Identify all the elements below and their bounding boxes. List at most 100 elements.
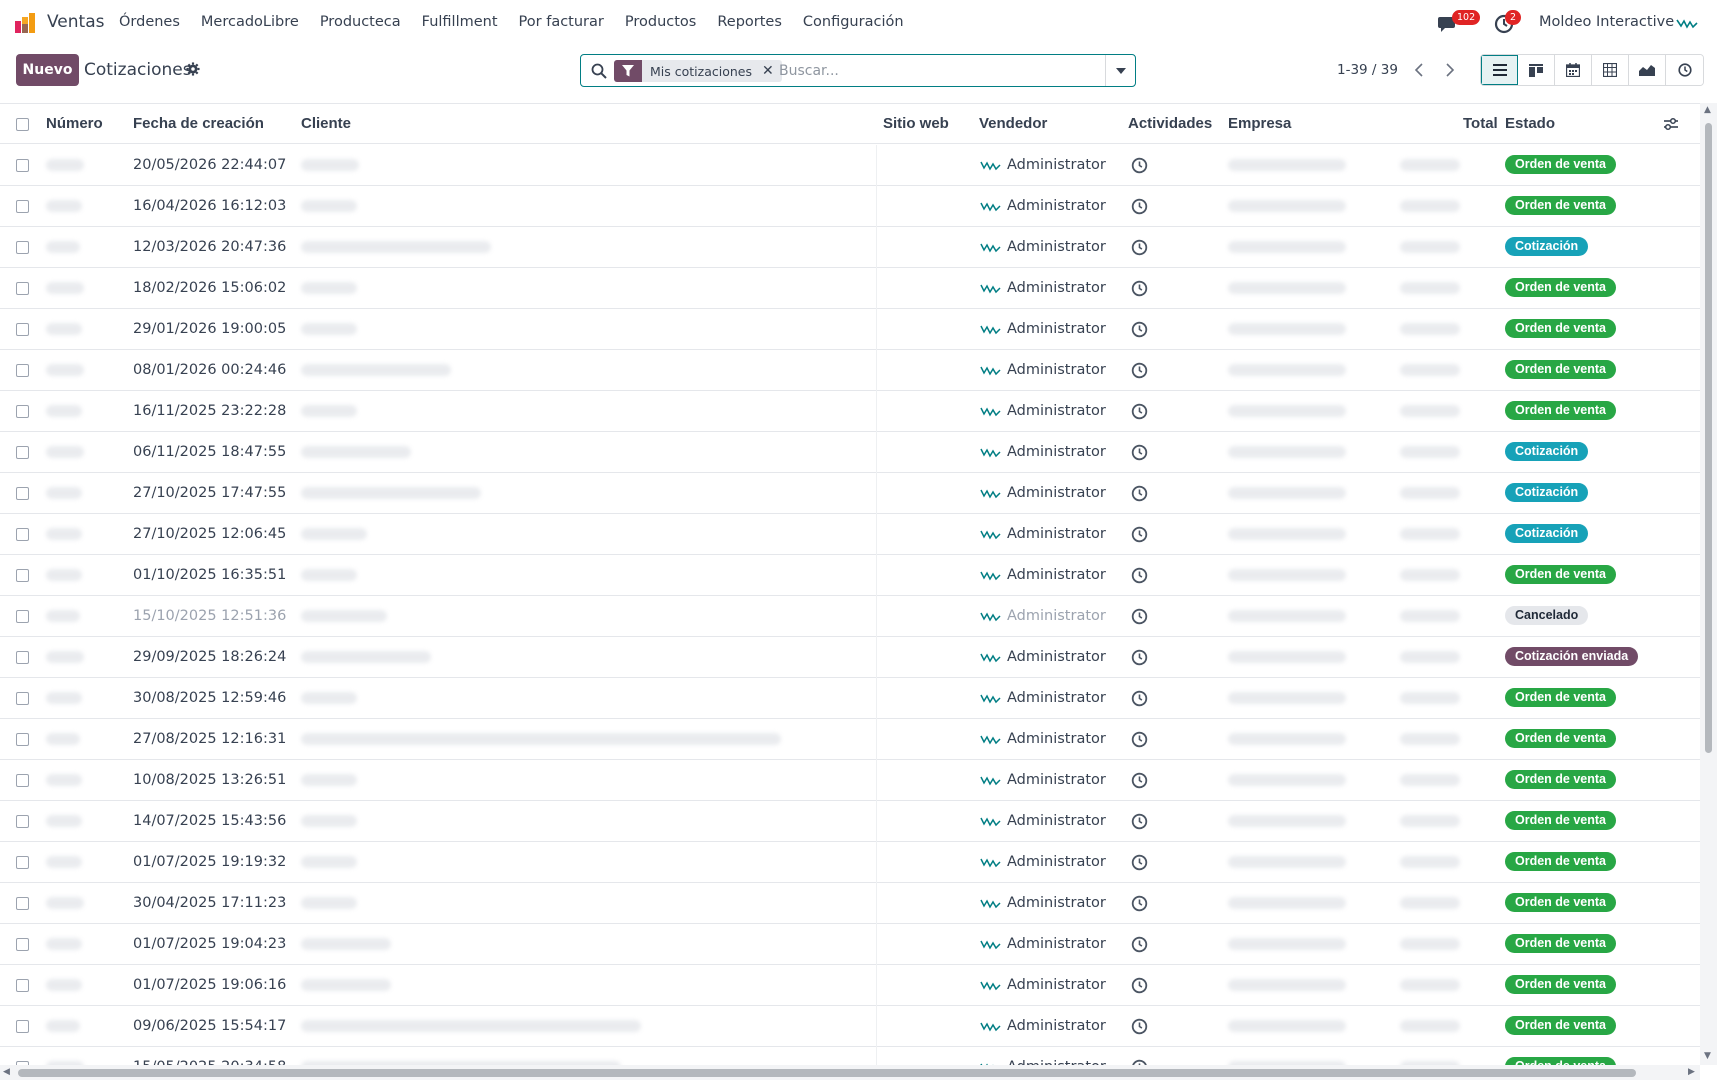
table-row[interactable]: 12/03/2026 20:47:36 Administrator Cotizaci… xyxy=(0,227,1700,268)
clock-icon[interactable] xyxy=(1131,936,1148,953)
column-header-fecha[interactable]: Fecha de creación xyxy=(133,115,264,132)
table-row[interactable]: 15/10/2025 12:51:36 Administrator Cancelad… xyxy=(0,596,1700,637)
clock-icon[interactable] xyxy=(1131,1018,1148,1035)
pager-previous-button[interactable] xyxy=(1406,58,1432,82)
row-checkbox[interactable] xyxy=(16,528,29,541)
table-row[interactable]: 15/05/2025 20:34:58AdministratorOrden de… xyxy=(0,1047,1700,1065)
clock-icon[interactable] xyxy=(1131,403,1148,420)
search-options-toggle[interactable] xyxy=(1105,55,1135,86)
pivot-view-button[interactable] xyxy=(1592,55,1629,85)
column-header-cliente[interactable]: Cliente xyxy=(301,115,351,132)
table-row[interactable]: 27/08/2025 12:16:31 Administrator Orden de… xyxy=(0,719,1700,760)
horizontal-scrollbar[interactable]: ◀ ▶ xyxy=(0,1065,1700,1080)
table-row[interactable]: 27/10/2025 17:47:55 Administrator Cotizaci… xyxy=(0,473,1700,514)
clock-icon[interactable] xyxy=(1131,485,1148,502)
menu-item-producteca[interactable]: Producteca xyxy=(320,14,401,30)
app-name[interactable]: Ventas xyxy=(47,12,104,32)
adjust-columns-icon[interactable] xyxy=(1663,116,1679,132)
user-avatar-icon[interactable] xyxy=(1676,16,1698,30)
vertical-scrollbar[interactable]: ▲ ▼ xyxy=(1700,103,1717,1065)
clock-icon[interactable] xyxy=(1131,813,1148,830)
column-header-vendedor[interactable]: Vendedor xyxy=(979,115,1047,132)
row-checkbox[interactable] xyxy=(16,569,29,582)
clock-icon[interactable] xyxy=(1131,280,1148,297)
row-checkbox[interactable] xyxy=(16,364,29,377)
graph-view-button[interactable] xyxy=(1629,55,1666,85)
company-switcher[interactable]: Moldeo Interactive xyxy=(1539,14,1674,30)
clock-icon[interactable] xyxy=(1131,321,1148,338)
table-row[interactable]: 20/05/2026 22:44:07 Administrator Orden de… xyxy=(0,145,1700,186)
clock-icon[interactable] xyxy=(1131,649,1148,666)
list-view-button[interactable] xyxy=(1481,55,1518,85)
table-row[interactable]: 14/07/2025 15:43:56 Administrator Orden de… xyxy=(0,801,1700,842)
table-row[interactable]: 01/07/2025 19:04:23 Administrator Orden de… xyxy=(0,924,1700,965)
clock-icon[interactable] xyxy=(1131,444,1148,461)
menu-item-mercadolibre[interactable]: MercadoLibre xyxy=(201,14,299,30)
row-checkbox[interactable] xyxy=(16,405,29,418)
scroll-right-icon[interactable]: ▶ xyxy=(1688,1067,1695,1077)
row-checkbox[interactable] xyxy=(16,241,29,254)
row-checkbox[interactable] xyxy=(16,938,29,951)
row-checkbox[interactable] xyxy=(16,487,29,500)
clock-icon[interactable] xyxy=(1131,567,1148,584)
menu-item-productos[interactable]: Productos xyxy=(625,14,696,30)
clock-icon[interactable] xyxy=(1131,362,1148,379)
table-row[interactable]: 16/11/2025 23:22:28 Administrator Orden de… xyxy=(0,391,1700,432)
vertical-scrollbar-thumb[interactable] xyxy=(1705,123,1712,753)
row-checkbox[interactable] xyxy=(16,897,29,910)
clock-icon[interactable] xyxy=(1131,854,1148,871)
row-checkbox[interactable] xyxy=(16,815,29,828)
table-row[interactable]: 29/09/2025 18:26:24 Administrator Cotizaci… xyxy=(0,637,1700,678)
table-row[interactable]: 27/10/2025 12:06:45 Administrator Cotizaci… xyxy=(0,514,1700,555)
clock-icon[interactable] xyxy=(1131,526,1148,543)
ventas-logo-icon[interactable] xyxy=(14,12,36,34)
clock-icon[interactable] xyxy=(1131,895,1148,912)
table-row[interactable]: 16/04/2026 16:12:03 Administrator Orden de… xyxy=(0,186,1700,227)
clock-icon[interactable] xyxy=(1131,198,1148,215)
row-checkbox[interactable] xyxy=(16,323,29,336)
search-icon[interactable] xyxy=(591,63,607,79)
clock-icon[interactable] xyxy=(1131,690,1148,707)
column-header-sitio-web[interactable]: Sitio web xyxy=(883,115,949,132)
scroll-down-icon[interactable]: ▼ xyxy=(1704,1051,1711,1061)
row-checkbox[interactable] xyxy=(16,856,29,869)
row-checkbox[interactable] xyxy=(16,692,29,705)
column-header-total[interactable]: Total xyxy=(1463,115,1498,132)
row-checkbox[interactable] xyxy=(16,733,29,746)
new-button[interactable]: Nuevo xyxy=(16,54,79,86)
row-checkbox[interactable] xyxy=(16,159,29,172)
scroll-left-icon[interactable]: ◀ xyxy=(3,1067,10,1077)
table-row[interactable]: 30/08/2025 12:59:46 Administrator Orden de… xyxy=(0,678,1700,719)
row-checkbox[interactable] xyxy=(16,774,29,787)
calendar-view-button[interactable] xyxy=(1555,55,1592,85)
column-header-empresa[interactable]: Empresa xyxy=(1228,115,1291,132)
menu-item-ordenes[interactable]: Órdenes xyxy=(119,14,180,30)
column-header-actividades[interactable]: Actividades xyxy=(1128,115,1212,132)
clock-icon[interactable] xyxy=(1131,608,1148,625)
row-checkbox[interactable] xyxy=(16,282,29,295)
gear-icon[interactable] xyxy=(186,62,200,76)
table-row[interactable]: 29/01/2026 19:00:05 Administrator Orden de… xyxy=(0,309,1700,350)
table-row[interactable]: 09/06/2025 15:54:17 Administrator Orden de… xyxy=(0,1006,1700,1047)
row-checkbox[interactable] xyxy=(16,1020,29,1033)
table-row[interactable]: 06/11/2025 18:47:55 Administrator Cotizaci… xyxy=(0,432,1700,473)
table-row[interactable]: 30/04/2025 17:11:23 Administrator Orden de… xyxy=(0,883,1700,924)
row-checkbox[interactable] xyxy=(16,610,29,623)
pager-next-button[interactable] xyxy=(1437,58,1463,82)
clock-icon[interactable] xyxy=(1131,772,1148,789)
column-header-estado[interactable]: Estado xyxy=(1505,115,1555,132)
clock-icon[interactable] xyxy=(1131,731,1148,748)
menu-item-por-facturar[interactable]: Por facturar xyxy=(519,14,604,30)
search-input[interactable] xyxy=(779,61,1079,81)
table-row[interactable]: 08/01/2026 00:24:46 Administrator Orden de… xyxy=(0,350,1700,391)
table-row[interactable]: 01/07/2025 19:19:32 Administrator Orden de… xyxy=(0,842,1700,883)
row-checkbox[interactable] xyxy=(16,200,29,213)
row-checkbox[interactable] xyxy=(16,979,29,992)
menu-item-configuracion[interactable]: Configuración xyxy=(803,14,904,30)
row-checkbox[interactable] xyxy=(16,446,29,459)
menu-item-reportes[interactable]: Reportes xyxy=(717,14,782,30)
table-row[interactable]: 18/02/2026 15:06:02 Administrator Orden de… xyxy=(0,268,1700,309)
row-checkbox[interactable] xyxy=(16,651,29,664)
table-row[interactable]: 10/08/2025 13:26:51 Administrator Orden de… xyxy=(0,760,1700,801)
select-all-checkbox[interactable] xyxy=(16,118,29,131)
